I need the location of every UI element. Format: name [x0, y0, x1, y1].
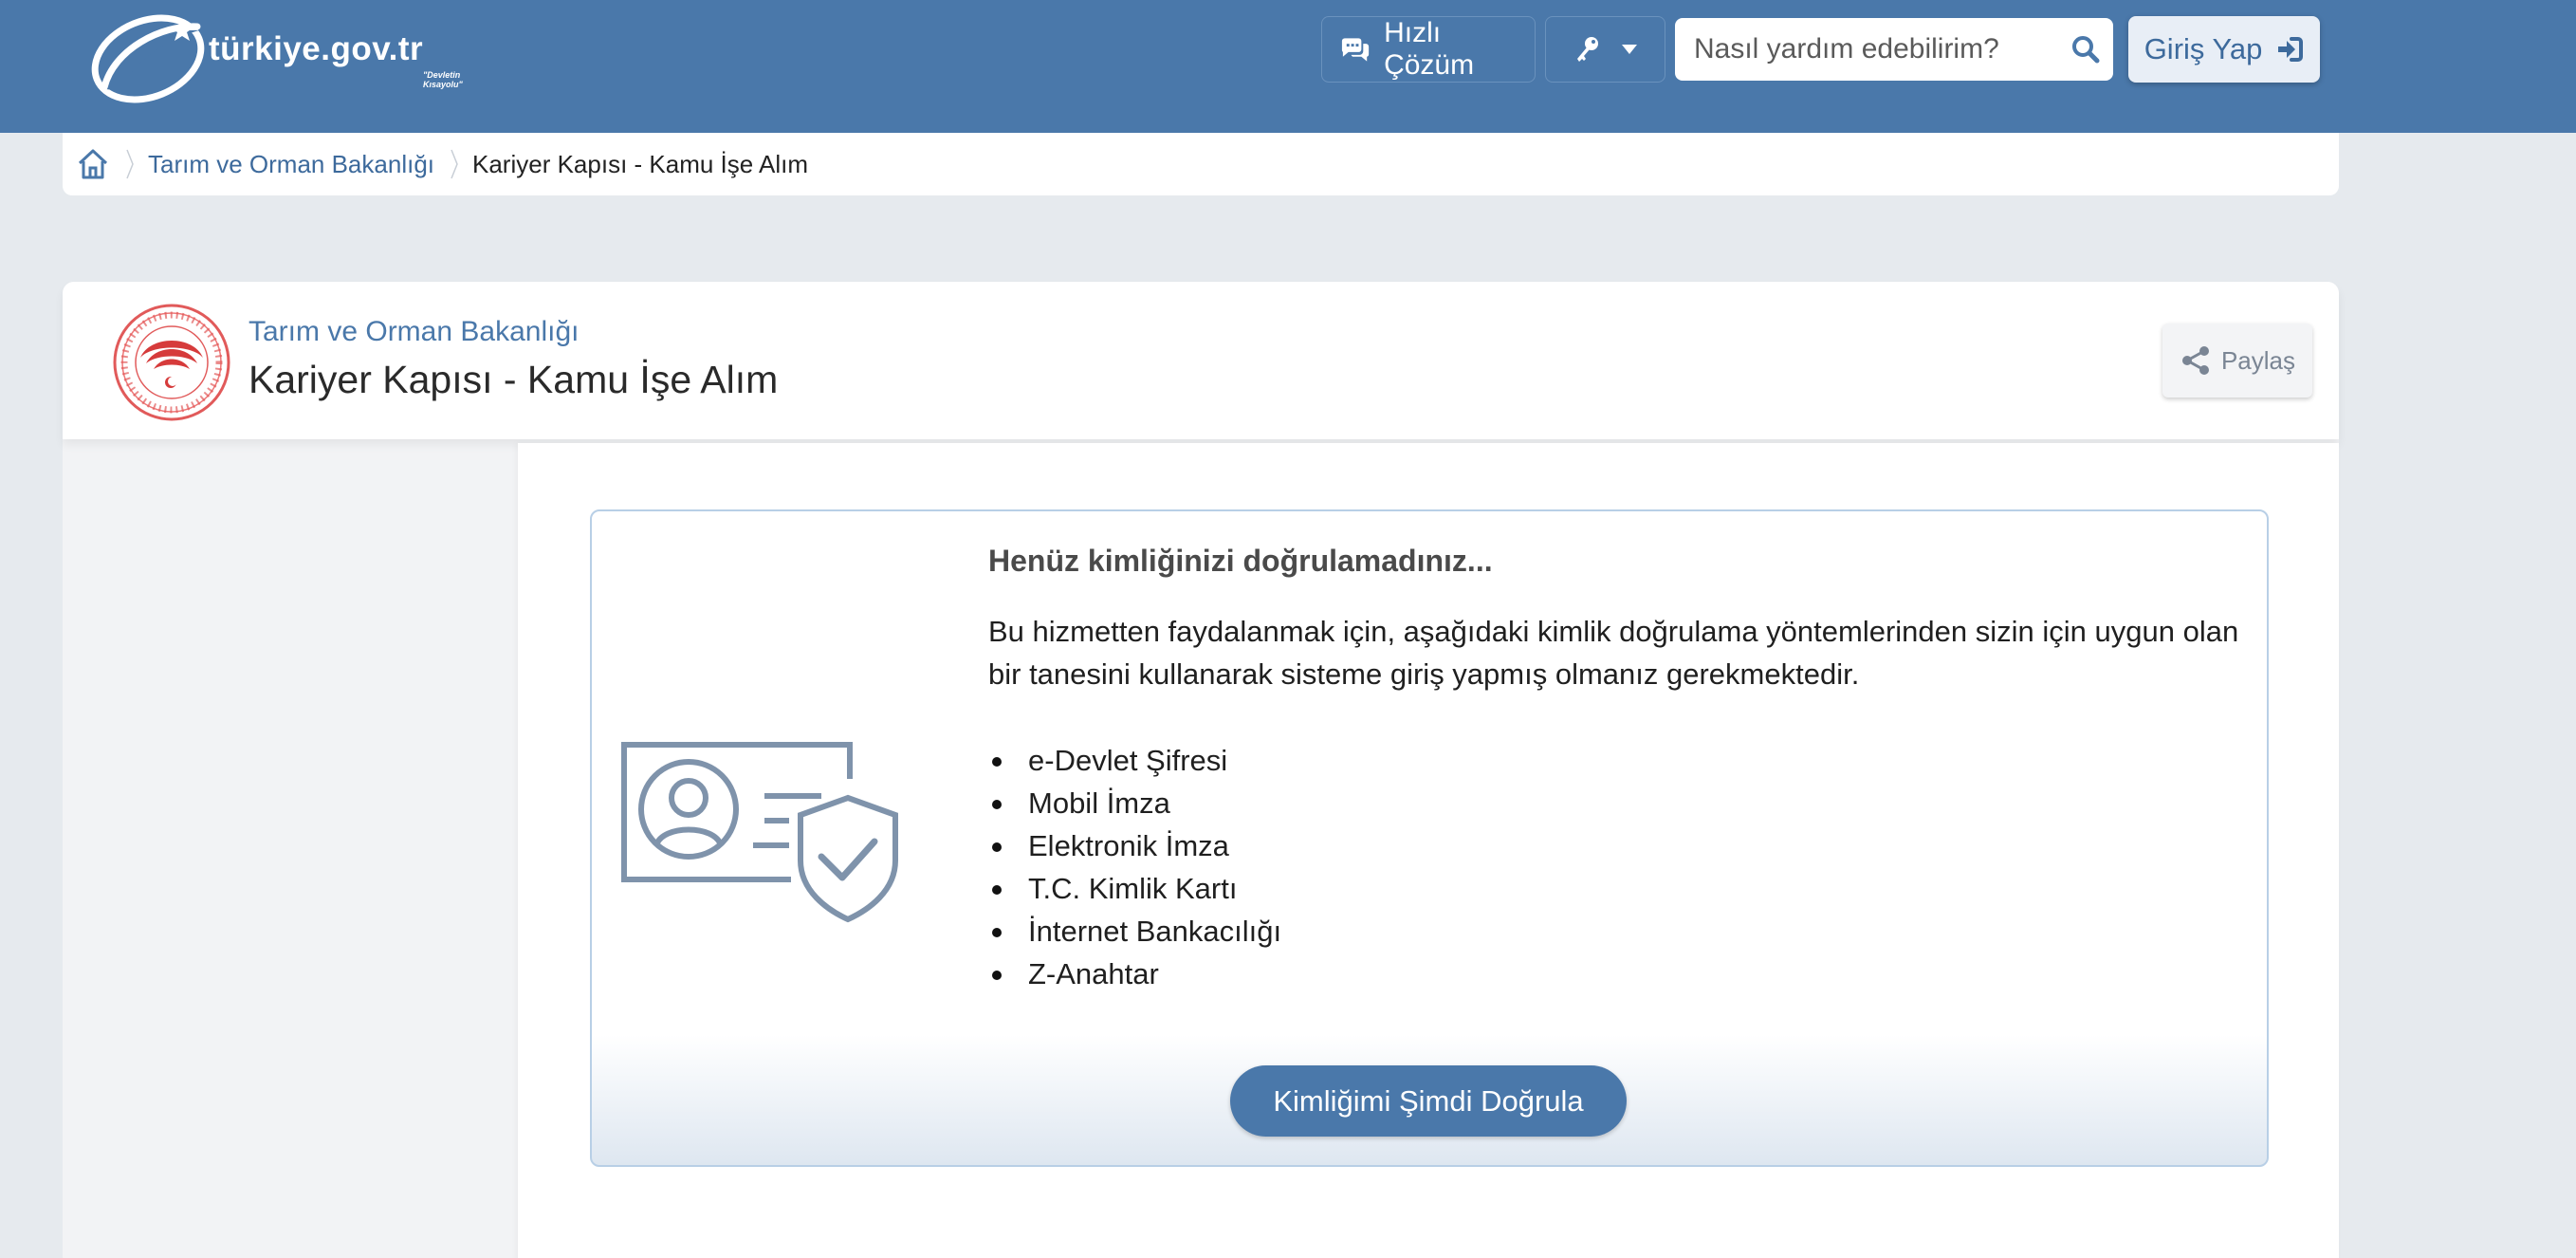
verification-heading: Henüz kimliğinizi doğrulamadınız... [988, 544, 1493, 578]
quick-solution-button[interactable]: Hızlı Çözüm [1321, 16, 1536, 83]
list-item: Z-Anahtar [988, 953, 1281, 995]
page-title: Kariyer Kapısı - Kamu İşe Alım [248, 358, 779, 401]
breadcrumb-separator-icon [126, 149, 134, 179]
verification-description: Bu hizmetten faydalanmak için, aşağıdaki… [988, 615, 2239, 691]
id-card-shield-icon [621, 742, 898, 923]
service-card: Tarım ve Orman Bakanlığı Kariyer Kapısı … [63, 282, 2339, 1258]
main-content: Henüz kimliğinizi doğrulamadınız... Bu h… [518, 443, 2339, 1258]
top-header: türkiye.gov.tr "Devletin Kısayolu" Hızlı… [0, 0, 2576, 133]
quick-solution-label: Hızlı Çözüm [1384, 17, 1475, 81]
organization-name[interactable]: Tarım ve Orman Bakanlığı [248, 316, 579, 348]
login-label: Giriş Yap [2144, 32, 2263, 65]
logo-text: türkiye.gov.tr [209, 30, 424, 67]
service-header: Tarım ve Orman Bakanlığı Kariyer Kapısı … [63, 282, 2339, 439]
search-box [1675, 18, 2113, 81]
identity-verification-panel: Henüz kimliğinizi doğrulamadınız... Bu h… [590, 509, 2269, 1167]
chat-bubbles-icon [1341, 38, 1370, 62]
verify-identity-button[interactable]: Kimliğimi Şimdi Doğrula [1230, 1065, 1627, 1137]
verification-methods-list: e-Devlet Şifresi Mobil İmza Elektronik İ… [988, 739, 1281, 995]
sign-in-icon [2278, 37, 2304, 62]
list-item: İnternet Bankacılığı [988, 910, 1281, 953]
breadcrumb: Tarım ve Orman Bakanlığı Kariyer Kapısı … [63, 133, 2339, 195]
ministry-seal-icon [113, 304, 230, 421]
breadcrumb-link-ministry[interactable]: Tarım ve Orman Bakanlığı [148, 150, 434, 179]
chevron-down-icon [1621, 45, 1637, 54]
search-icon[interactable] [2071, 35, 2100, 64]
login-button[interactable]: Giriş Yap [2128, 16, 2320, 83]
list-item: Mobil İmza [988, 782, 1281, 824]
list-item: T.C. Kimlik Kartı [988, 867, 1281, 910]
share-button[interactable]: Paylaş [2162, 324, 2312, 398]
home-icon[interactable] [76, 147, 110, 181]
list-item: e-Devlet Şifresi [988, 739, 1281, 782]
share-label: Paylaş [2220, 345, 2296, 375]
turkiye-gov-logo[interactable]: türkiye.gov.tr "Devletin Kısayolu" [87, 9, 486, 104]
crescent-star-logo-icon [91, 14, 205, 103]
key-icon [1576, 37, 1598, 62]
breadcrumb-current: Kariyer Kapısı - Kamu İşe Alım [472, 149, 809, 178]
logo-tagline: "Devletin Kısayolu" [423, 70, 463, 89]
search-input[interactable] [1675, 21, 2054, 78]
list-item: Elektronik İmza [988, 824, 1281, 867]
key-menu-button[interactable] [1545, 16, 1665, 83]
breadcrumb-separator-icon [451, 149, 458, 179]
share-icon [2181, 346, 2209, 375]
